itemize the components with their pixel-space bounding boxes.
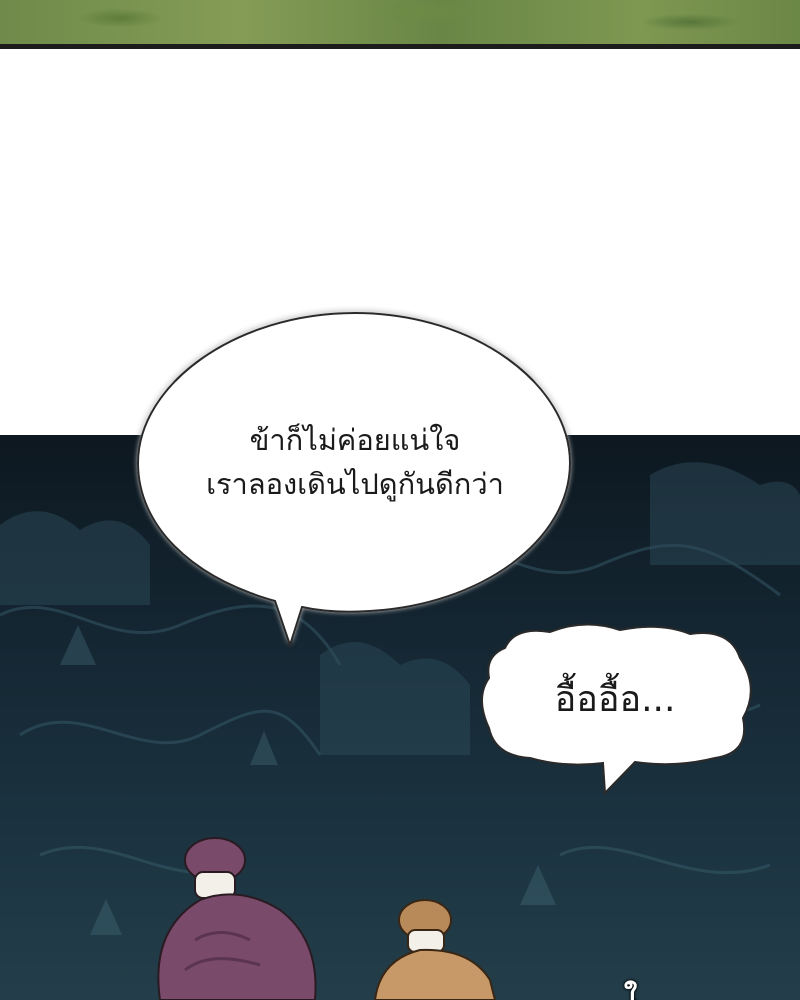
speech-line-2: เราลองเดินไปดูกันดีกว่า — [206, 467, 504, 501]
character-heads-art — [157, 837, 497, 1000]
foliage-panel-top — [0, 0, 800, 44]
thought-bubble-text: อื้ออื้อ... — [554, 679, 676, 720]
comic-page: ข้าก็ไม่ค่อยแน่ใจ เราลองเดินไปดูกันดีกว่… — [0, 0, 800, 1000]
partial-caption-glyph: ใ — [624, 980, 638, 1000]
tan-haired-character — [373, 899, 497, 1000]
speech-line-1: ข้าก็ไม่ค่อยแน่ใจ — [249, 423, 461, 457]
purple-haired-character — [157, 837, 317, 1000]
speech-bubble-text: ข้าก็ไม่ค่อยแน่ใจ เราลองเดินไปดูกันดีกว่… — [150, 418, 560, 506]
